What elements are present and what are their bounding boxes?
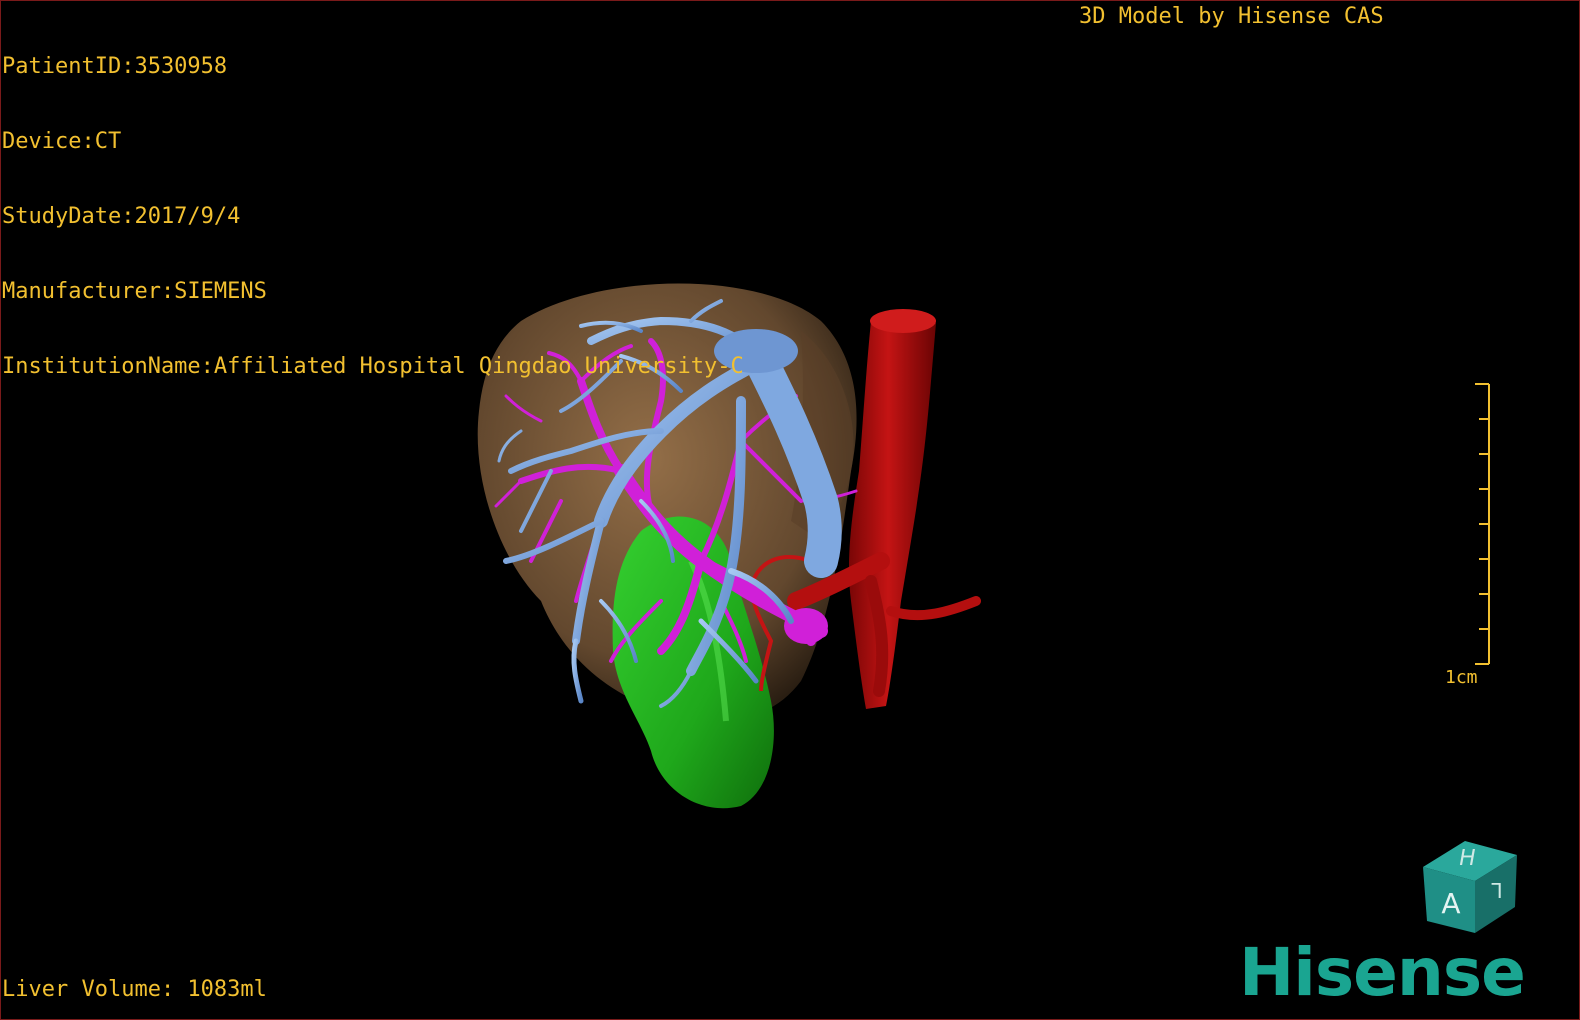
model-credit-text: 3D Model by Hisense CAS [1079,4,1384,29]
institution-name-text: InstitutionName:Affiliated Hospital Qing… [2,354,744,379]
manufacturer-text: Manufacturer:SIEMENS [2,279,267,304]
brand-logo-text: Hisense [1239,934,1525,1005]
liver-volume-text: Liver Volume: 1083ml [2,977,267,1002]
scale-label: 1cm [1445,667,1478,688]
orientation-cube[interactable]: H A L [1419,837,1523,937]
device-text: Device:CT [2,129,122,154]
cube-front-label: A [1441,887,1460,920]
cube-side-label: L [1491,878,1503,902]
hisense-logo: Hisense [1239,934,1526,1005]
scale-bar [1475,383,1490,665]
dicom-info-panel: PatientID:3530958 Device:CT StudyDate:20… [2,4,744,429]
study-date-text: StudyDate:2017/9/4 [2,204,241,229]
patient-id-text: PatientID:3530958 [2,54,228,79]
3d-viewport[interactable]: PatientID:3530958 Device:CT StudyDate:20… [0,0,1580,1020]
